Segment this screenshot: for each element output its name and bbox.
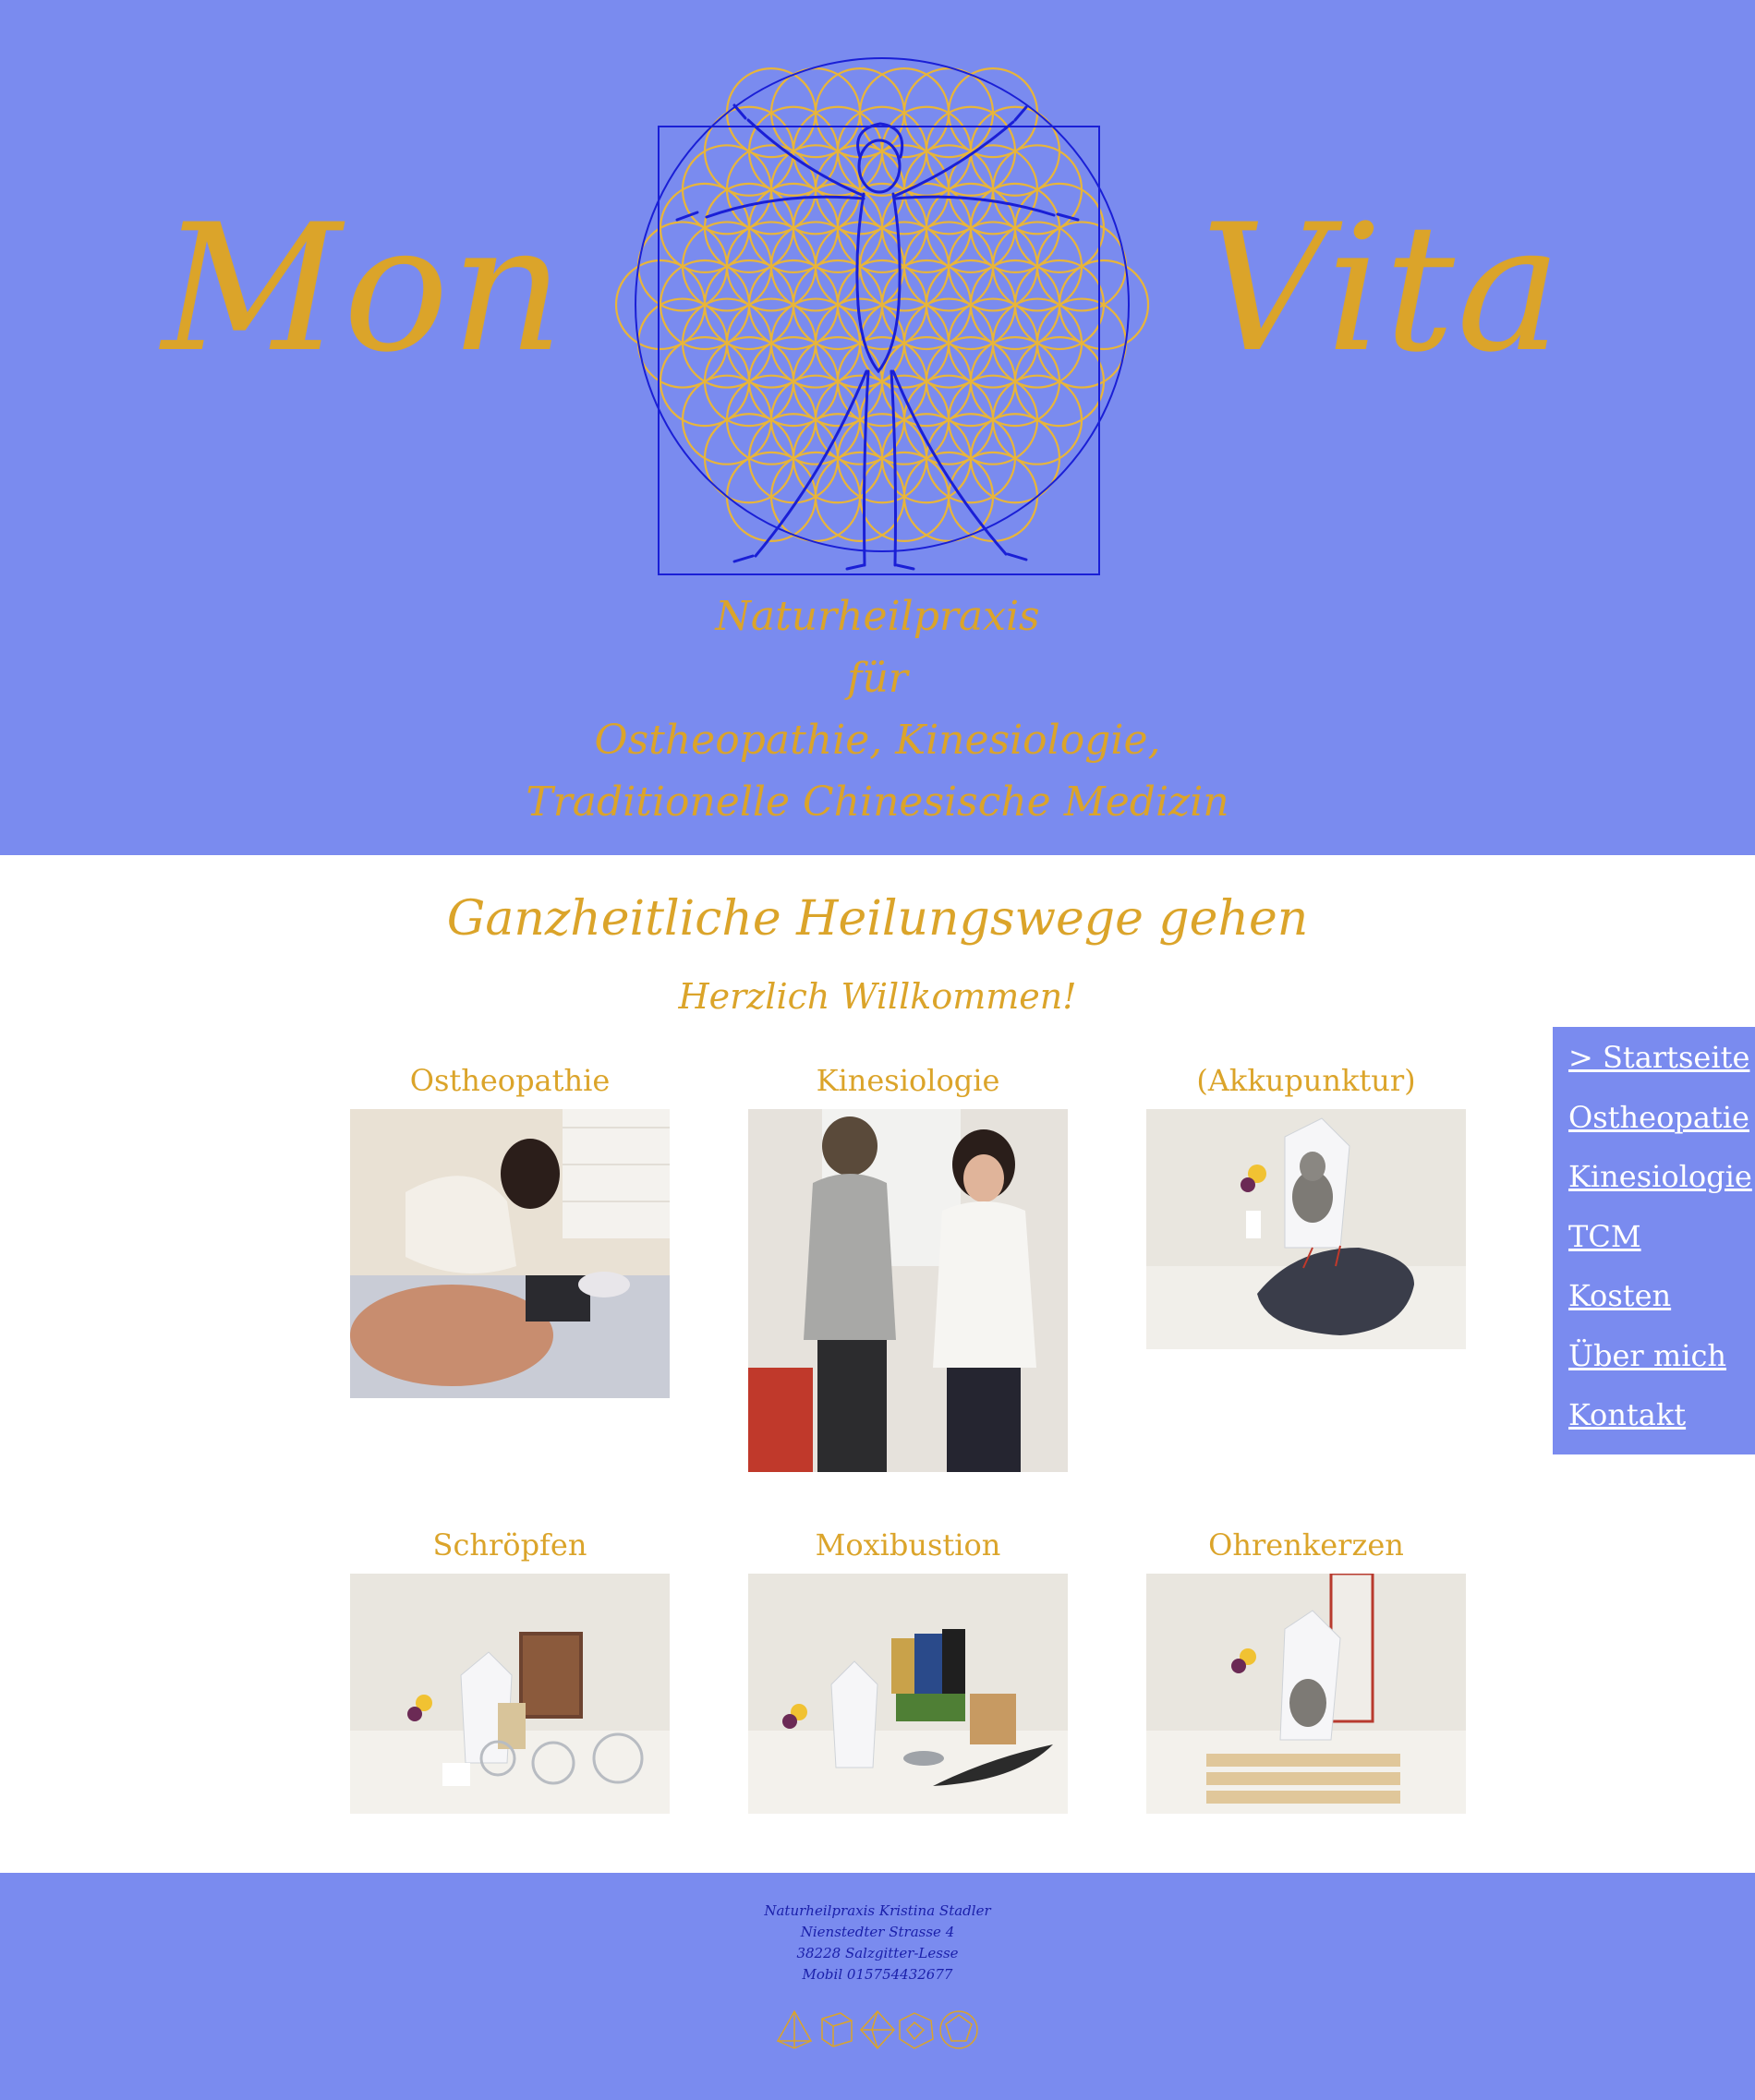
brand-mon: Mon: [162, 187, 566, 391]
ear-candles-photo[interactable]: [1146, 1574, 1466, 1814]
osteopathy-treatment-photo[interactable]: [350, 1109, 670, 1398]
tagline-line: Ostheopathie, Kinesiologie,: [594, 717, 1161, 764]
kinesiology-session-photo[interactable]: [748, 1109, 1068, 1472]
nav-link-kinesiologie[interactable]: Kinesiologie: [1568, 1159, 1752, 1194]
tile-ostheopathie[interactable]: Ostheopathie: [350, 1057, 670, 1398]
footer-address: Naturheilpraxis Kristina Stadler Nienste…: [0, 1901, 1755, 1985]
tagline-line: Traditionelle Chinesische Medizin: [526, 778, 1229, 826]
address-line: Naturheilpraxis Kristina Stadler: [764, 1902, 991, 1919]
site-footer: Naturheilpraxis Kristina Stadler Nienste…: [0, 1873, 1755, 2100]
tile-kinesiologie[interactable]: Kinesiologie: [748, 1057, 1068, 1472]
nav-link-tcm[interactable]: TCM: [1568, 1219, 1641, 1254]
moxibustion-items-photo[interactable]: [748, 1574, 1068, 1814]
tile-caption[interactable]: Ostheopathie: [350, 1057, 670, 1104]
cupping-glasses-photo[interactable]: [350, 1574, 670, 1814]
tagline-line: Naturheilpraxis: [715, 593, 1040, 640]
page-title: Ganzheitliche Heilungswege gehen: [446, 891, 1309, 947]
address-line: Mobil 015754432677: [802, 1966, 953, 1983]
nav-link-startseite[interactable]: > Startseite: [1568, 1040, 1749, 1075]
tile-moxibustion[interactable]: Moxibustion: [748, 1522, 1068, 1814]
tile-caption[interactable]: Moxibustion: [748, 1522, 1068, 1568]
tile-caption[interactable]: Schröpfen: [350, 1522, 670, 1568]
address-line: 38228 Salzgitter-Lesse: [796, 1945, 959, 1961]
tile-caption[interactable]: Kinesiologie: [748, 1057, 1068, 1104]
tile-ohrenkerzen[interactable]: Ohrenkerzen: [1146, 1522, 1466, 1814]
practice-tagline: Naturheilpraxis für Ostheopathie, Kinesi…: [0, 585, 1755, 833]
platonic-solids-icon: [776, 2009, 978, 2050]
nav-link-ueber-mich[interactable]: Über mich: [1568, 1338, 1726, 1373]
vitruvian-logo-icon: [614, 57, 1150, 575]
address-line: Nienstedter Strasse 4: [800, 1924, 955, 1940]
tile-schroepfen[interactable]: Schröpfen: [350, 1522, 670, 1814]
nav-link-ostheopatie[interactable]: Ostheopatie: [1568, 1100, 1749, 1135]
tagline-line: für: [847, 655, 908, 702]
brand-vita: Vita: [1201, 187, 1564, 391]
nav-link-kosten[interactable]: Kosten: [1568, 1278, 1671, 1313]
site-header: Mon Vita Naturheilpraxis für Ostheopathi…: [0, 0, 1755, 855]
acupuncture-still-life-photo[interactable]: [1146, 1109, 1466, 1349]
nav-link-kontakt[interactable]: Kontakt: [1568, 1397, 1686, 1432]
tile-caption[interactable]: Ohrenkerzen: [1146, 1522, 1466, 1568]
side-navigation: > Startseite Ostheopatie Kinesiologie TC…: [1553, 1027, 1755, 1454]
tile-akkupunktur[interactable]: (Akkupunktur): [1146, 1057, 1466, 1349]
welcome-heading: Herzlich Willkommen!: [678, 976, 1077, 1017]
tile-caption[interactable]: (Akkupunktur): [1146, 1057, 1466, 1104]
